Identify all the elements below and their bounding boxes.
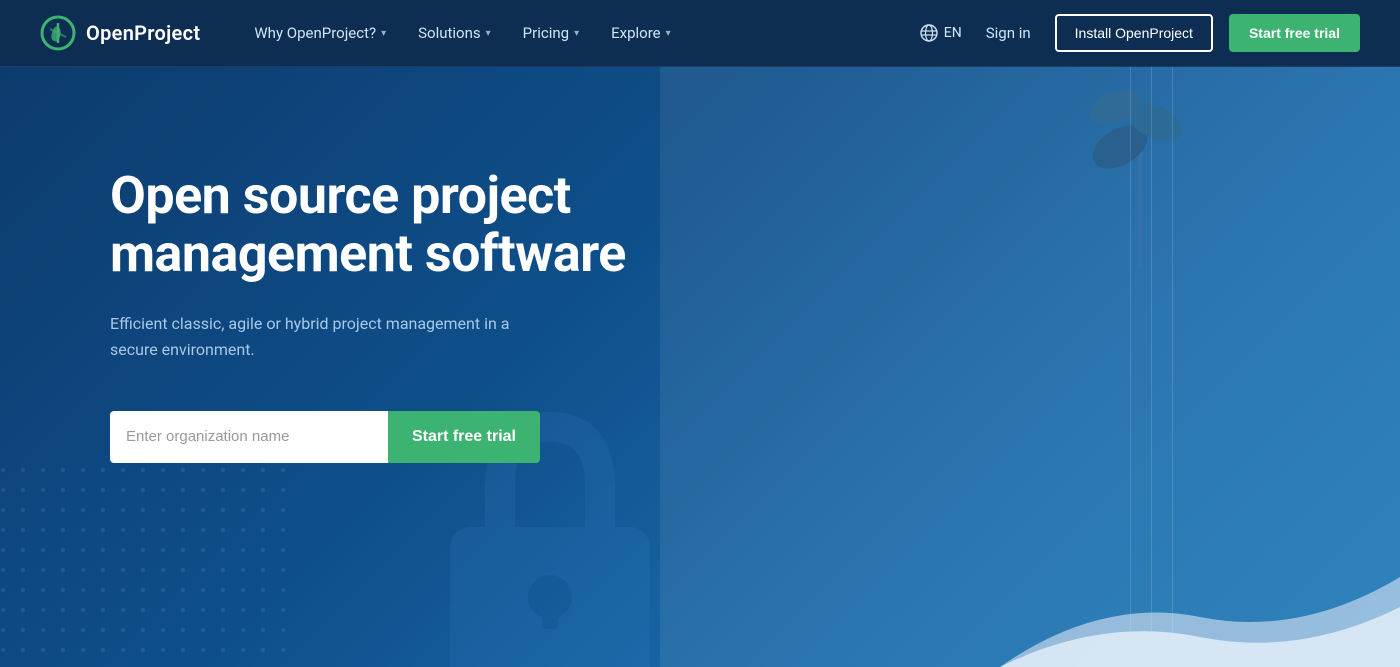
cta-form: Start free trial [110, 411, 540, 463]
nav-links: Why OpenProject? ▾ Solutions ▾ Pricing ▾… [240, 16, 919, 50]
nav-label-solutions: Solutions [418, 24, 481, 42]
nav-item-solutions[interactable]: Solutions ▾ [404, 16, 505, 50]
hero-subtitle: Efficient classic, agile or hybrid proje… [110, 311, 530, 362]
logo[interactable]: OpenProject [40, 15, 200, 51]
chevron-down-icon: ▾ [486, 28, 491, 39]
bottom-wave [1000, 517, 1400, 667]
nav-item-explore[interactable]: Explore ▾ [597, 16, 685, 50]
start-trial-hero-button[interactable]: Start free trial [388, 411, 540, 463]
hero-content: Open source project management software … [110, 167, 650, 463]
logo-icon [40, 15, 76, 51]
background-dots [0, 467, 300, 667]
logo-text: OpenProject [86, 21, 200, 45]
sign-in-link[interactable]: Sign in [978, 18, 1039, 48]
hero-title: Open source project management software [110, 167, 650, 283]
org-name-input[interactable] [110, 411, 388, 463]
language-label: EN [944, 25, 962, 41]
nav-label-why: Why OpenProject? [254, 24, 376, 42]
nav-label-explore: Explore [611, 24, 661, 42]
chevron-down-icon: ▾ [574, 28, 579, 39]
chevron-down-icon: ▾ [381, 28, 386, 39]
start-trial-nav-button[interactable]: Start free trial [1229, 14, 1360, 52]
install-button[interactable]: Install OpenProject [1055, 14, 1213, 52]
hero-section: Open source project management software … [0, 67, 1400, 667]
nav-right: EN Sign in Install OpenProject Start fre… [920, 14, 1360, 52]
nav-item-why[interactable]: Why OpenProject? ▾ [240, 16, 400, 50]
chevron-down-icon: ▾ [666, 28, 671, 39]
nav-item-pricing[interactable]: Pricing ▾ [509, 16, 593, 50]
navbar: OpenProject Why OpenProject? ▾ Solutions… [0, 0, 1400, 67]
nav-label-pricing: Pricing [523, 24, 569, 42]
globe-icon [920, 24, 938, 42]
language-selector[interactable]: EN [920, 24, 962, 42]
